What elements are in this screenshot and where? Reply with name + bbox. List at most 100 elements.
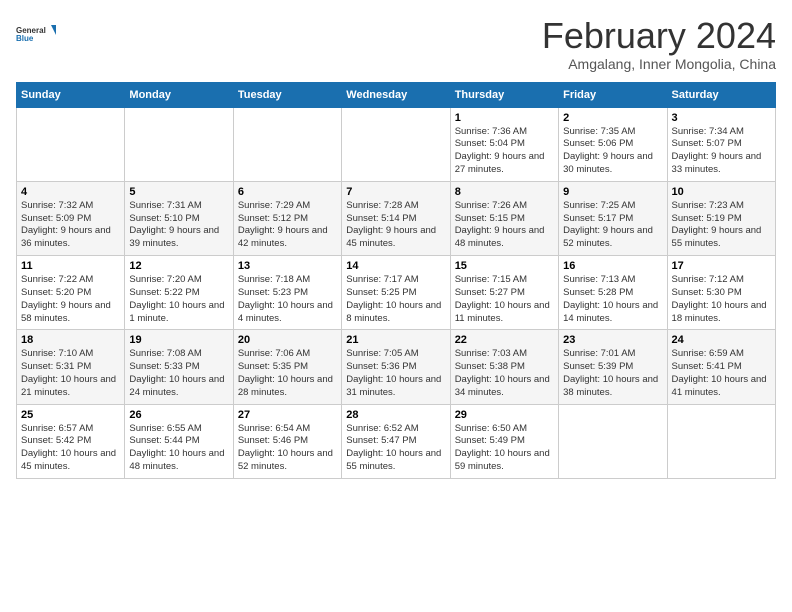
page-title: February 2024 [542,16,776,56]
calendar-cell [559,404,667,478]
day-number: 15 [455,260,554,272]
calendar-cell: 22 Sunrise: 7:03 AMSunset: 5:38 PMDaylig… [450,330,558,404]
day-number: 18 [21,334,120,346]
day-number: 16 [563,260,662,272]
calendar-cell: 1 Sunrise: 7:36 AMSunset: 5:04 PMDayligh… [450,107,558,181]
day-number: 17 [672,260,771,272]
calendar-cell: 15 Sunrise: 7:15 AMSunset: 5:27 PMDaylig… [450,256,558,330]
calendar-cell: 17 Sunrise: 7:12 AMSunset: 5:30 PMDaylig… [667,256,775,330]
calendar-cell: 18 Sunrise: 7:10 AMSunset: 5:31 PMDaylig… [17,330,125,404]
day-number: 27 [238,409,337,421]
header-thursday: Thursday [450,82,558,107]
calendar-cell: 24 Sunrise: 6:59 AMSunset: 5:41 PMDaylig… [667,330,775,404]
header-friday: Friday [559,82,667,107]
day-detail: Sunrise: 6:57 AMSunset: 5:42 PMDaylight:… [21,423,120,474]
calendar-cell: 5 Sunrise: 7:31 AMSunset: 5:10 PMDayligh… [125,181,233,255]
calendar-cell: 20 Sunrise: 7:06 AMSunset: 5:35 PMDaylig… [233,330,341,404]
header-saturday: Saturday [667,82,775,107]
calendar-cell [233,107,341,181]
calendar-header-row: SundayMondayTuesdayWednesdayThursdayFrid… [17,82,776,107]
header-tuesday: Tuesday [233,82,341,107]
week-row-5: 25 Sunrise: 6:57 AMSunset: 5:42 PMDaylig… [17,404,776,478]
calendar-cell: 23 Sunrise: 7:01 AMSunset: 5:39 PMDaylig… [559,330,667,404]
day-detail: Sunrise: 7:22 AMSunset: 5:20 PMDaylight:… [21,274,120,325]
calendar-cell: 14 Sunrise: 7:17 AMSunset: 5:25 PMDaylig… [342,256,450,330]
calendar-cell: 25 Sunrise: 6:57 AMSunset: 5:42 PMDaylig… [17,404,125,478]
calendar-cell: 7 Sunrise: 7:28 AMSunset: 5:14 PMDayligh… [342,181,450,255]
day-number: 2 [563,112,662,124]
day-number: 9 [563,186,662,198]
logo-icon: General Blue [16,16,56,52]
day-number: 4 [21,186,120,198]
day-detail: Sunrise: 7:03 AMSunset: 5:38 PMDaylight:… [455,348,554,399]
day-detail: Sunrise: 7:20 AMSunset: 5:22 PMDaylight:… [129,274,228,325]
day-number: 24 [672,334,771,346]
calendar-cell: 13 Sunrise: 7:18 AMSunset: 5:23 PMDaylig… [233,256,341,330]
day-detail: Sunrise: 7:32 AMSunset: 5:09 PMDaylight:… [21,200,120,251]
day-detail: Sunrise: 7:12 AMSunset: 5:30 PMDaylight:… [672,274,771,325]
week-row-2: 4 Sunrise: 7:32 AMSunset: 5:09 PMDayligh… [17,181,776,255]
day-number: 1 [455,112,554,124]
week-row-4: 18 Sunrise: 7:10 AMSunset: 5:31 PMDaylig… [17,330,776,404]
day-number: 20 [238,334,337,346]
day-number: 5 [129,186,228,198]
day-detail: Sunrise: 7:34 AMSunset: 5:07 PMDaylight:… [672,126,771,177]
day-number: 6 [238,186,337,198]
calendar-cell: 28 Sunrise: 6:52 AMSunset: 5:47 PMDaylig… [342,404,450,478]
calendar-cell: 19 Sunrise: 7:08 AMSunset: 5:33 PMDaylig… [125,330,233,404]
header-monday: Monday [125,82,233,107]
calendar-cell: 6 Sunrise: 7:29 AMSunset: 5:12 PMDayligh… [233,181,341,255]
calendar-cell: 2 Sunrise: 7:35 AMSunset: 5:06 PMDayligh… [559,107,667,181]
day-detail: Sunrise: 7:08 AMSunset: 5:33 PMDaylight:… [129,348,228,399]
day-detail: Sunrise: 7:01 AMSunset: 5:39 PMDaylight:… [563,348,662,399]
calendar-cell: 27 Sunrise: 6:54 AMSunset: 5:46 PMDaylig… [233,404,341,478]
day-detail: Sunrise: 7:35 AMSunset: 5:06 PMDaylight:… [563,126,662,177]
day-detail: Sunrise: 7:18 AMSunset: 5:23 PMDaylight:… [238,274,337,325]
day-detail: Sunrise: 6:50 AMSunset: 5:49 PMDaylight:… [455,423,554,474]
calendar-cell: 3 Sunrise: 7:34 AMSunset: 5:07 PMDayligh… [667,107,775,181]
calendar-cell [667,404,775,478]
week-row-1: 1 Sunrise: 7:36 AMSunset: 5:04 PMDayligh… [17,107,776,181]
day-number: 14 [346,260,445,272]
day-number: 3 [672,112,771,124]
day-number: 8 [455,186,554,198]
day-number: 10 [672,186,771,198]
calendar-cell: 26 Sunrise: 6:55 AMSunset: 5:44 PMDaylig… [125,404,233,478]
day-detail: Sunrise: 7:10 AMSunset: 5:31 PMDaylight:… [21,348,120,399]
calendar-cell: 9 Sunrise: 7:25 AMSunset: 5:17 PMDayligh… [559,181,667,255]
calendar-cell: 16 Sunrise: 7:13 AMSunset: 5:28 PMDaylig… [559,256,667,330]
calendar-table: SundayMondayTuesdayWednesdayThursdayFrid… [16,82,776,479]
calendar-cell: 21 Sunrise: 7:05 AMSunset: 5:36 PMDaylig… [342,330,450,404]
day-number: 22 [455,334,554,346]
day-number: 23 [563,334,662,346]
logo: General Blue [16,16,56,52]
svg-text:Blue: Blue [16,34,34,43]
calendar-cell: 4 Sunrise: 7:32 AMSunset: 5:09 PMDayligh… [17,181,125,255]
day-detail: Sunrise: 7:36 AMSunset: 5:04 PMDaylight:… [455,126,554,177]
calendar-cell: 12 Sunrise: 7:20 AMSunset: 5:22 PMDaylig… [125,256,233,330]
day-detail: Sunrise: 7:15 AMSunset: 5:27 PMDaylight:… [455,274,554,325]
day-detail: Sunrise: 7:29 AMSunset: 5:12 PMDaylight:… [238,200,337,251]
day-detail: Sunrise: 7:31 AMSunset: 5:10 PMDaylight:… [129,200,228,251]
day-number: 21 [346,334,445,346]
day-number: 28 [346,409,445,421]
day-detail: Sunrise: 6:54 AMSunset: 5:46 PMDaylight:… [238,423,337,474]
day-detail: Sunrise: 6:55 AMSunset: 5:44 PMDaylight:… [129,423,228,474]
day-number: 25 [21,409,120,421]
day-number: 19 [129,334,228,346]
day-detail: Sunrise: 7:17 AMSunset: 5:25 PMDaylight:… [346,274,445,325]
day-number: 7 [346,186,445,198]
header-wednesday: Wednesday [342,82,450,107]
calendar-cell: 8 Sunrise: 7:26 AMSunset: 5:15 PMDayligh… [450,181,558,255]
day-number: 12 [129,260,228,272]
calendar-cell: 10 Sunrise: 7:23 AMSunset: 5:19 PMDaylig… [667,181,775,255]
day-number: 26 [129,409,228,421]
page-subtitle: Amgalang, Inner Mongolia, China [542,56,776,72]
day-number: 29 [455,409,554,421]
calendar-cell: 29 Sunrise: 6:50 AMSunset: 5:49 PMDaylig… [450,404,558,478]
calendar-cell [125,107,233,181]
day-detail: Sunrise: 7:06 AMSunset: 5:35 PMDaylight:… [238,348,337,399]
day-number: 13 [238,260,337,272]
day-detail: Sunrise: 6:52 AMSunset: 5:47 PMDaylight:… [346,423,445,474]
day-detail: Sunrise: 7:25 AMSunset: 5:17 PMDaylight:… [563,200,662,251]
